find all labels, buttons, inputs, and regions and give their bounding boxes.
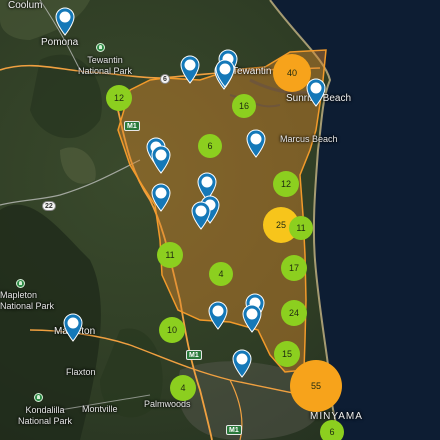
national-park-icon (34, 393, 43, 402)
cluster-marker[interactable]: 17 (281, 255, 307, 281)
place-label-mapleton-national-park: Mapleton National Park (0, 290, 55, 311)
place-label-marcus-beach: Marcus Beach (280, 134, 338, 144)
map-marker-icon[interactable] (150, 182, 172, 212)
map-marker-icon[interactable] (62, 312, 84, 342)
cluster-marker[interactable]: 40 (273, 54, 311, 92)
road-shield-m1: M1 (124, 121, 140, 131)
map-marker-icon[interactable] (190, 200, 212, 230)
map-marker-icon[interactable] (207, 300, 229, 330)
map-marker-icon[interactable] (245, 128, 267, 158)
cluster-marker[interactable]: 15 (274, 341, 300, 367)
map-marker-icon[interactable] (214, 58, 236, 88)
map-marker-icon[interactable] (241, 303, 263, 333)
road-shield-m1: M1 (186, 350, 202, 360)
map-view[interactable]: Coolum Pomona Tewantin National Park Tew… (0, 0, 440, 440)
place-label-montville: Montville (82, 404, 118, 414)
cluster-marker[interactable]: 11 (157, 242, 183, 268)
cluster-marker[interactable]: 24 (281, 300, 307, 326)
cluster-marker[interactable]: 12 (273, 171, 299, 197)
place-label-tewantin-national-park: Tewantin National Park (78, 55, 133, 76)
map-marker-icon[interactable] (54, 6, 76, 36)
map-marker-icon[interactable] (179, 54, 201, 84)
place-label-flaxton: Flaxton (66, 367, 96, 377)
cluster-marker[interactable]: 55 (290, 360, 342, 412)
cluster-marker[interactable]: 4 (170, 375, 196, 401)
road-shield-m1: M1 (226, 425, 242, 435)
place-label-coolum: Coolum (8, 0, 43, 11)
road-shield-22: 22 (42, 201, 56, 211)
cluster-marker[interactable]: 6 (198, 134, 222, 158)
national-park-icon (96, 43, 105, 52)
national-park-icon (16, 279, 25, 288)
map-marker-icon[interactable] (150, 144, 172, 174)
road-shield-6: 6 (160, 74, 170, 84)
cluster-marker[interactable]: 16 (232, 94, 256, 118)
cluster-marker[interactable]: 10 (159, 317, 185, 343)
cluster-marker[interactable]: 4 (209, 262, 233, 286)
place-label-pomona: Pomona (41, 37, 79, 48)
place-label-kondalilla-national-park: Kondalilla National Park (18, 405, 73, 426)
cluster-marker[interactable]: 12 (106, 85, 132, 111)
cluster-marker[interactable]: 6 (320, 420, 344, 440)
map-marker-icon[interactable] (231, 348, 253, 378)
cluster-marker[interactable]: 11 (289, 216, 313, 240)
